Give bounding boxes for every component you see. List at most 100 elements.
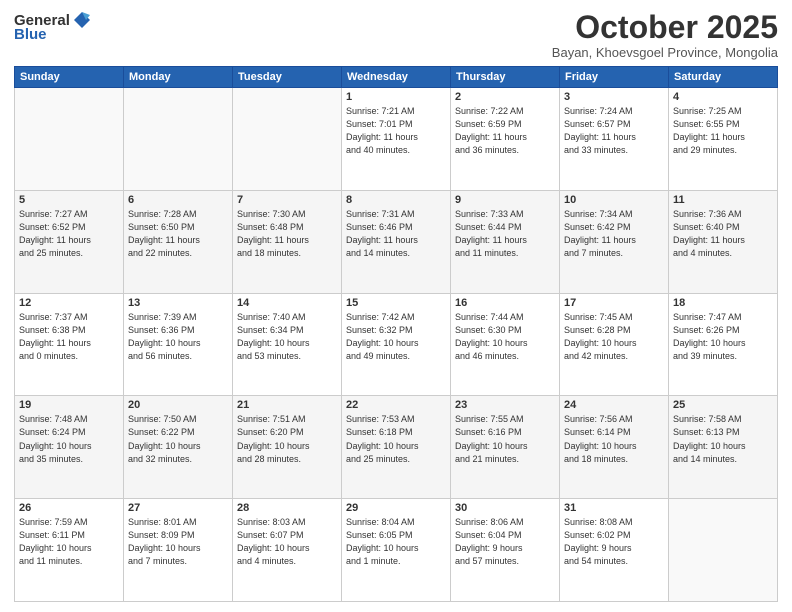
calendar-cell: 14 Sunrise: 7:40 AM Sunset: 6:34 PM Dayli… [233,293,342,396]
calendar-cell: 24 Sunrise: 7:56 AM Sunset: 6:14 PM Dayli… [560,396,669,499]
month-title: October 2025 [552,10,778,45]
weekday-monday: Monday [124,67,233,88]
day-number: 14 [237,297,337,309]
calendar-cell: 16Sunrise: 7:44 AM Sunset: 6:30 PM Dayli… [451,293,560,396]
weekday-header-row: SundayMondayTuesdayWednesdayThursdayFrid… [15,67,778,88]
day-number: 6 [128,194,228,206]
day-info: Sunrise: 8:04 AM Sunset: 6:05 PM Dayligh… [346,516,446,568]
day-number: 18 [673,297,773,309]
day-info: Sunrise: 7:33 AM Sunset: 6:44 PM Dayligh… [455,208,555,260]
calendar-cell: 30 Sunrise: 8:06 AM Sunset: 6:04 PM Dayli… [451,499,560,602]
day-info: Sunrise: 8:01 AM Sunset: 8:09 PM Dayligh… [128,516,228,568]
day-info: Sunrise: 7:42 AM Sunset: 6:32 PM Dayligh… [346,311,446,363]
day-info: Sunrise: 7:37 AM Sunset: 6:38 PM Dayligh… [19,311,119,363]
page: General Blue October 2025 Bayan, Khoevsg… [0,0,792,612]
calendar-cell: 5Sunrise: 7:27 AM Sunset: 6:52 PM Daylig… [15,190,124,293]
day-number: 26 [19,502,119,514]
day-info: Sunrise: 7:39 AM Sunset: 6:36 PM Dayligh… [128,311,228,363]
calendar-cell: 20Sunrise: 7:50 AM Sunset: 6:22 PM Dayli… [124,396,233,499]
day-number: 23 [455,399,555,411]
day-number: 8 [346,194,446,206]
calendar-cell: 29 Sunrise: 8:04 AM Sunset: 6:05 PM Dayli… [342,499,451,602]
day-info: Sunrise: 8:06 AM Sunset: 6:04 PM Dayligh… [455,516,555,568]
day-number: 13 [128,297,228,309]
weekday-tuesday: Tuesday [233,67,342,88]
day-number: 12 [19,297,119,309]
day-number: 25 [673,399,773,411]
day-info: Sunrise: 7:30 AM Sunset: 6:48 PM Dayligh… [237,208,337,260]
calendar-cell [124,88,233,191]
day-number: 22 [346,399,446,411]
calendar-cell: 25 Sunrise: 7:58 AM Sunset: 6:13 PM Dayli… [669,396,778,499]
calendar-cell: 13 Sunrise: 7:39 AM Sunset: 6:36 PM Dayli… [124,293,233,396]
calendar-cell [233,88,342,191]
day-info: Sunrise: 7:31 AM Sunset: 6:46 PM Dayligh… [346,208,446,260]
logo: General Blue [14,10,94,43]
day-info: Sunrise: 7:59 AM Sunset: 6:11 PM Dayligh… [19,516,119,568]
day-number: 2 [455,91,555,103]
day-info: Sunrise: 7:40 AM Sunset: 6:34 PM Dayligh… [237,311,337,363]
day-info: Sunrise: 7:25 AM Sunset: 6:55 PM Dayligh… [673,105,773,157]
day-info: Sunrise: 8:03 AM Sunset: 6:07 PM Dayligh… [237,516,337,568]
day-number: 31 [564,502,664,514]
calendar-cell: 11 Sunrise: 7:36 AM Sunset: 6:40 PM Dayli… [669,190,778,293]
day-number: 10 [564,194,664,206]
calendar-cell: 27Sunrise: 8:01 AM Sunset: 8:09 PM Dayli… [124,499,233,602]
calendar-cell: 15Sunrise: 7:42 AM Sunset: 6:32 PM Dayli… [342,293,451,396]
day-number: 21 [237,399,337,411]
calendar-cell: 4 Sunrise: 7:25 AM Sunset: 6:55 PM Daylig… [669,88,778,191]
calendar-cell: 12 Sunrise: 7:37 AM Sunset: 6:38 PM Dayli… [15,293,124,396]
calendar-cell: 9 Sunrise: 7:33 AM Sunset: 6:44 PM Daylig… [451,190,560,293]
day-number: 19 [19,399,119,411]
weekday-sunday: Sunday [15,67,124,88]
weekday-wednesday: Wednesday [342,67,451,88]
day-info: Sunrise: 7:48 AM Sunset: 6:24 PM Dayligh… [19,413,119,465]
calendar-cell: 22 Sunrise: 7:53 AM Sunset: 6:18 PM Dayli… [342,396,451,499]
day-info: Sunrise: 7:51 AM Sunset: 6:20 PM Dayligh… [237,413,337,465]
subtitle: Bayan, Khoevsgoel Province, Mongolia [552,45,778,60]
calendar-cell: 26 Sunrise: 7:59 AM Sunset: 6:11 PM Dayli… [15,499,124,602]
logo-blue: Blue [14,26,47,43]
calendar-cell: 19 Sunrise: 7:48 AM Sunset: 6:24 PM Dayli… [15,396,124,499]
day-info: Sunrise: 7:55 AM Sunset: 6:16 PM Dayligh… [455,413,555,465]
day-info: Sunrise: 7:22 AM Sunset: 6:59 PM Dayligh… [455,105,555,157]
calendar-cell: 18 Sunrise: 7:47 AM Sunset: 6:26 PM Dayli… [669,293,778,396]
calendar-cell [669,499,778,602]
day-number: 5 [19,194,119,206]
calendar-cell: 8 Sunrise: 7:31 AM Sunset: 6:46 PM Daylig… [342,190,451,293]
logo-icon [72,10,92,30]
day-number: 17 [564,297,664,309]
calendar-cell: 28Sunrise: 8:03 AM Sunset: 6:07 PM Dayli… [233,499,342,602]
calendar-cell: 3Sunrise: 7:24 AM Sunset: 6:57 PM Daylig… [560,88,669,191]
week-row-1: 5Sunrise: 7:27 AM Sunset: 6:52 PM Daylig… [15,190,778,293]
day-info: Sunrise: 7:34 AM Sunset: 6:42 PM Dayligh… [564,208,664,260]
day-info: Sunrise: 7:36 AM Sunset: 6:40 PM Dayligh… [673,208,773,260]
weekday-thursday: Thursday [451,67,560,88]
day-info: Sunrise: 7:24 AM Sunset: 6:57 PM Dayligh… [564,105,664,157]
day-number: 7 [237,194,337,206]
day-number: 11 [673,194,773,206]
day-number: 29 [346,502,446,514]
calendar-cell: 1Sunrise: 7:21 AM Sunset: 7:01 PM Daylig… [342,88,451,191]
day-info: Sunrise: 7:53 AM Sunset: 6:18 PM Dayligh… [346,413,446,465]
day-number: 9 [455,194,555,206]
day-number: 30 [455,502,555,514]
week-row-0: 1Sunrise: 7:21 AM Sunset: 7:01 PM Daylig… [15,88,778,191]
day-number: 4 [673,91,773,103]
day-info: Sunrise: 7:28 AM Sunset: 6:50 PM Dayligh… [128,208,228,260]
day-info: Sunrise: 7:58 AM Sunset: 6:13 PM Dayligh… [673,413,773,465]
day-number: 16 [455,297,555,309]
day-number: 24 [564,399,664,411]
day-info: Sunrise: 7:56 AM Sunset: 6:14 PM Dayligh… [564,413,664,465]
week-row-3: 19 Sunrise: 7:48 AM Sunset: 6:24 PM Dayli… [15,396,778,499]
day-number: 20 [128,399,228,411]
week-row-2: 12 Sunrise: 7:37 AM Sunset: 6:38 PM Dayli… [15,293,778,396]
calendar-table: SundayMondayTuesdayWednesdayThursdayFrid… [14,66,778,602]
calendar-cell: 17 Sunrise: 7:45 AM Sunset: 6:28 PM Dayli… [560,293,669,396]
calendar-cell: 23 Sunrise: 7:55 AM Sunset: 6:16 PM Dayli… [451,396,560,499]
calendar-cell: 6 Sunrise: 7:28 AM Sunset: 6:50 PM Daylig… [124,190,233,293]
day-info: Sunrise: 7:45 AM Sunset: 6:28 PM Dayligh… [564,311,664,363]
calendar-cell: 7 Sunrise: 7:30 AM Sunset: 6:48 PM Daylig… [233,190,342,293]
day-info: Sunrise: 7:47 AM Sunset: 6:26 PM Dayligh… [673,311,773,363]
calendar-cell [15,88,124,191]
